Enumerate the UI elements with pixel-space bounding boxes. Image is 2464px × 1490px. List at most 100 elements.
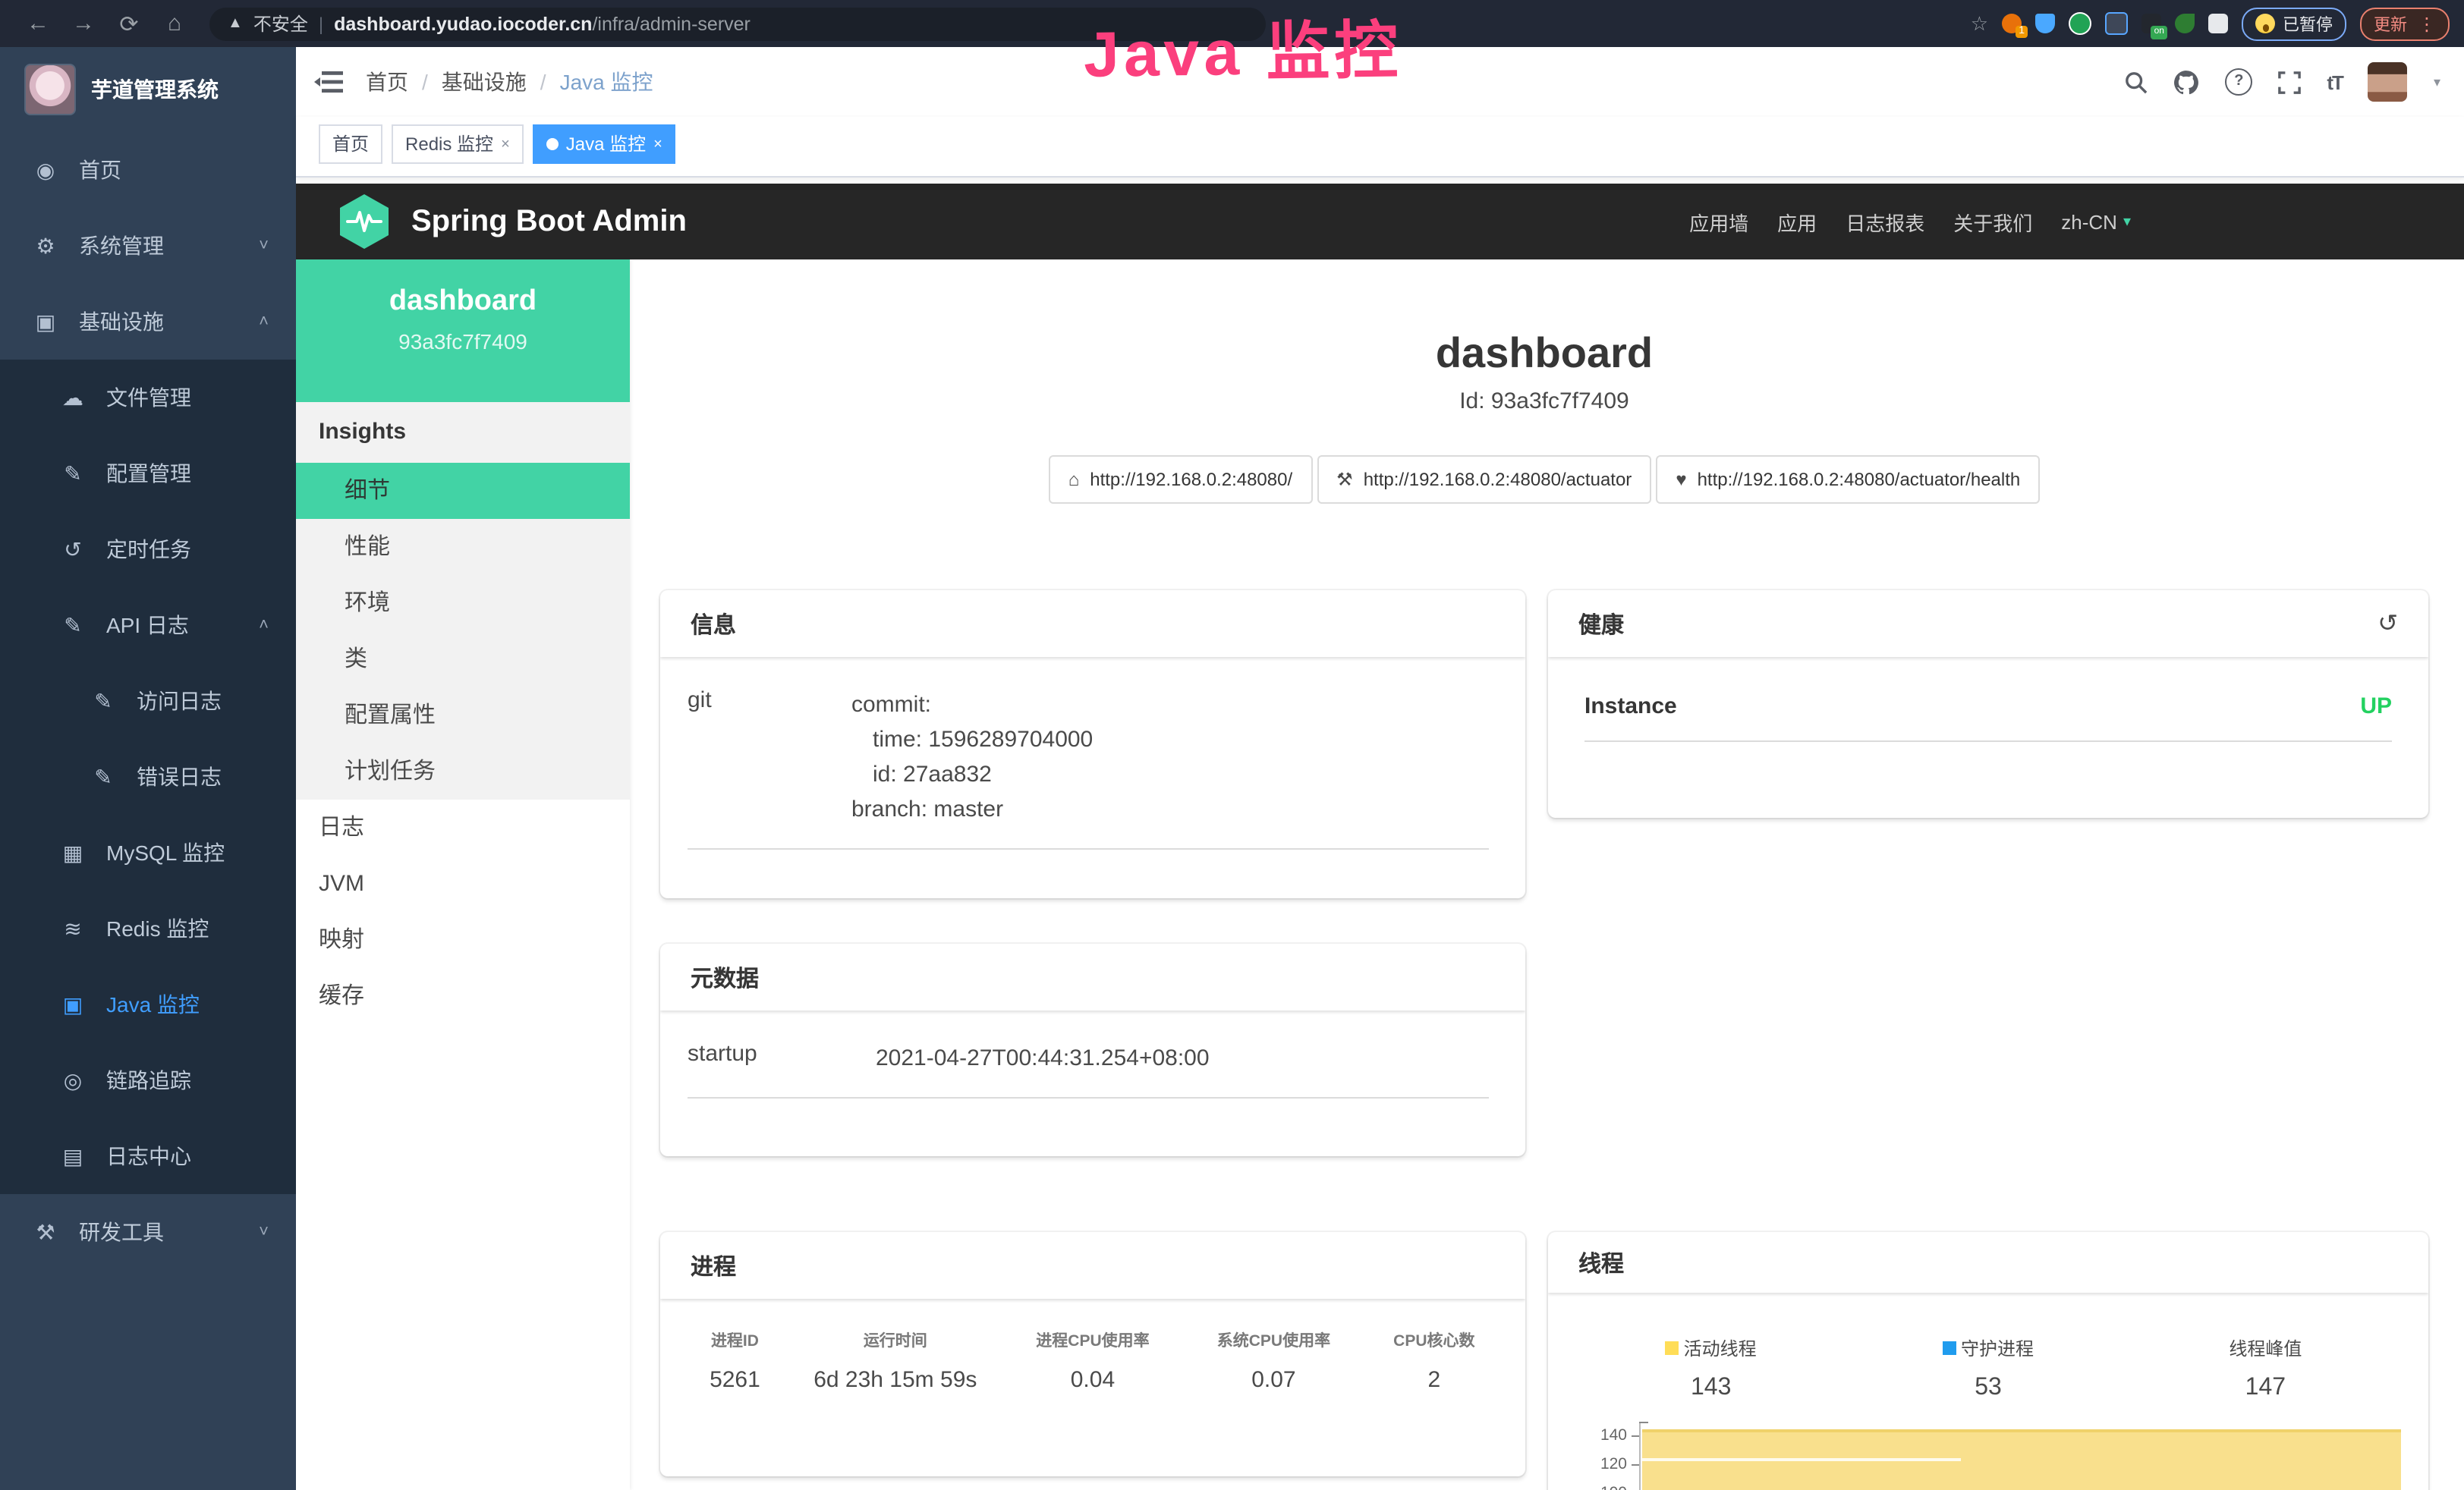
actuator-url-button[interactable]: ⚒http://192.168.0.2:48080/actuator xyxy=(1317,455,1651,504)
health-status-badge: UP xyxy=(2360,693,2392,719)
info-card: 信息 git commit: time: 1596289704000 id: 2… xyxy=(660,590,1525,898)
sidebar-item-config-management[interactable]: ✎配置管理 xyxy=(0,435,296,511)
breadcrumb-current: Java 监控 xyxy=(560,67,653,97)
sidebar-item-redis-monitor[interactable]: ≋Redis 监控 xyxy=(0,891,296,967)
tab-java-monitor[interactable]: Java 监控× xyxy=(533,124,676,164)
sidebar-item-tracing[interactable]: ◎链路追踪 xyxy=(0,1042,296,1118)
edit-icon: ✎ xyxy=(61,612,85,638)
sba-brand-title[interactable]: Spring Boot Admin xyxy=(411,204,687,239)
health-history-icon[interactable]: ↺ xyxy=(2377,608,2398,639)
breadcrumb-infrastructure[interactable]: 基础设施 xyxy=(442,67,527,97)
sidebar-item-api-logs[interactable]: ✎API 日志˄ xyxy=(0,587,296,663)
extension-icon-dark[interactable]: on xyxy=(2141,14,2161,33)
tab-home[interactable]: 首页 xyxy=(319,124,382,164)
browser-reload-icon[interactable]: ⟳ xyxy=(106,10,152,37)
sidebar-item-access-logs[interactable]: ✎访问日志 xyxy=(0,663,296,739)
hamburger-icon[interactable] xyxy=(314,70,345,94)
extension-icon-green-circle[interactable] xyxy=(2069,12,2091,35)
browser-home-icon[interactable]: ⌂ xyxy=(152,11,197,36)
sba-menu-jvm[interactable]: JVM xyxy=(296,856,630,912)
eye-icon: ◎ xyxy=(61,1067,85,1093)
live-threads-stat: 活动线程 143 xyxy=(1572,1335,1849,1402)
extension-icon-leaf[interactable] xyxy=(2175,14,2195,33)
sidebar-item-mysql-monitor[interactable]: ▦MySQL 监控 xyxy=(0,815,296,891)
service-url-button[interactable]: ⌂http://192.168.0.2:48080/ xyxy=(1049,455,1312,504)
github-icon[interactable] xyxy=(2173,69,2199,95)
sidebar-item-scheduled-tasks[interactable]: ↺定时任务 xyxy=(0,511,296,587)
sba-nav-about[interactable]: 关于我们 xyxy=(1953,207,2032,236)
process-card-title: 进程 xyxy=(691,1250,736,1281)
header-actions: ? tT ▾ xyxy=(2125,62,2440,102)
process-cpu-value: 0.04 xyxy=(1002,1352,1183,1394)
admin-sidebar: 芋道管理系统 ◉首页 ⚙系统管理˅ ▣基础设施˄ ☁文件管理 ✎配置管理 ↺定时… xyxy=(0,47,296,1490)
health-url-button[interactable]: ♥http://192.168.0.2:48080/actuator/healt… xyxy=(1656,455,2040,504)
metadata-startup-value: 2021-04-27T00:44:31.254+08:00 xyxy=(876,1041,1489,1076)
edit-icon: ✎ xyxy=(91,764,115,790)
extension-icon-pin[interactable] xyxy=(2035,14,2055,33)
spring-boot-admin-logo-icon[interactable] xyxy=(338,193,390,250)
annotation-java-monitor: Java 监控 xyxy=(1083,0,1403,96)
sba-menu-mappings[interactable]: 映射 xyxy=(296,912,630,968)
document-icon: ▤ xyxy=(61,1143,85,1169)
user-menu-caret-icon[interactable]: ▾ xyxy=(2434,74,2440,90)
page-url[interactable]: dashboard.yudao.iocoder.cn/infra/admin-s… xyxy=(334,13,751,34)
gear-icon: ⚙ xyxy=(33,233,58,259)
sba-language-select[interactable]: zh-CN▾ xyxy=(2061,210,2131,233)
active-tab-dot xyxy=(546,138,559,150)
sba-menu-logs[interactable]: 日志 xyxy=(296,800,630,856)
surprised-emoji-icon xyxy=(2255,14,2275,33)
dashboard-icon: ◉ xyxy=(33,157,58,183)
search-icon[interactable] xyxy=(2125,71,2148,93)
layers-icon: ≋ xyxy=(61,916,85,941)
breadcrumb-home[interactable]: 首页 xyxy=(366,67,408,97)
sba-menu-metrics[interactable]: 性能 xyxy=(296,519,630,575)
threads-chart: 140 120 100 xyxy=(1572,1422,2404,1490)
font-size-icon[interactable]: tT xyxy=(2327,71,2343,93)
monitor-icon: ▣ xyxy=(33,309,58,335)
cpu-count-value: 2 xyxy=(1364,1352,1504,1394)
browser-back-icon[interactable]: ← xyxy=(15,11,61,36)
extension-icon-grid[interactable] xyxy=(2105,12,2128,35)
browser-actions: ☆ 1 on 已暂停 更新⋮ xyxy=(1971,7,2450,40)
live-threads-area xyxy=(1642,1429,2401,1490)
sidebar-item-log-center[interactable]: ▤日志中心 xyxy=(0,1118,296,1194)
sidebar-item-infrastructure[interactable]: ▣基础设施˄ xyxy=(0,284,296,360)
bookmark-star-icon[interactable]: ☆ xyxy=(1971,11,1988,36)
close-icon[interactable]: × xyxy=(501,127,510,162)
paused-badge[interactable]: 已暂停 xyxy=(2242,7,2346,40)
security-label[interactable]: 不安全 xyxy=(253,11,308,36)
sba-menu-classes[interactable]: 类 xyxy=(296,631,630,687)
sba-menu-environment[interactable]: 环境 xyxy=(296,575,630,631)
update-button[interactable]: 更新⋮ xyxy=(2360,7,2450,40)
sba-menu-caches[interactable]: 缓存 xyxy=(296,968,630,1024)
sba-nav-applications[interactable]: 应用 xyxy=(1777,207,1817,236)
user-avatar[interactable] xyxy=(2368,62,2408,102)
sidebar-item-home[interactable]: ◉首页 xyxy=(0,132,296,208)
sba-nav-journal[interactable]: 日志报表 xyxy=(1846,207,1924,236)
sidebar-item-error-logs[interactable]: ✎错误日志 xyxy=(0,739,296,815)
sba-menu-details[interactable]: 细节 xyxy=(296,463,630,519)
app-logo-image xyxy=(24,64,76,115)
extension-icon-orange[interactable]: 1 xyxy=(2002,14,2022,33)
help-icon[interactable]: ? xyxy=(2225,68,2252,96)
tab-redis-monitor[interactable]: Redis 监控× xyxy=(392,124,524,164)
tags-view-bar: 首页 Redis 监控× Java 监控× xyxy=(296,117,2464,178)
metadata-startup-label: startup xyxy=(688,1041,876,1076)
sidebar-item-dev-tools[interactable]: ⚒研发工具˅ xyxy=(0,1194,296,1270)
close-icon[interactable]: × xyxy=(653,127,662,162)
sidebar-item-java-monitor[interactable]: ▣Java 监控 xyxy=(0,967,296,1042)
sidebar-item-file-management[interactable]: ☁文件管理 xyxy=(0,360,296,435)
sidebar-item-system[interactable]: ⚙系统管理˅ xyxy=(0,208,296,284)
table-icon: ▦ xyxy=(61,840,85,866)
fullscreen-icon[interactable] xyxy=(2278,71,2301,93)
instance-name: dashboard xyxy=(296,285,630,319)
thread-stats: 活动线程 143 守护进程 53 xyxy=(1572,1335,2404,1402)
browser-forward-icon[interactable]: → xyxy=(61,11,106,36)
extensions-puzzle-icon[interactable] xyxy=(2208,14,2228,33)
sba-menu-config-props[interactable]: 配置属性 xyxy=(296,687,630,743)
cloud-upload-icon: ☁ xyxy=(61,385,85,410)
sba-menu-scheduled-tasks[interactable]: 计划任务 xyxy=(296,743,630,800)
browser-menu-icon[interactable]: ⋮ xyxy=(2418,13,2436,34)
sba-nav-wallboard[interactable]: 应用墙 xyxy=(1689,207,1748,236)
instance-title: dashboard xyxy=(660,329,2428,378)
